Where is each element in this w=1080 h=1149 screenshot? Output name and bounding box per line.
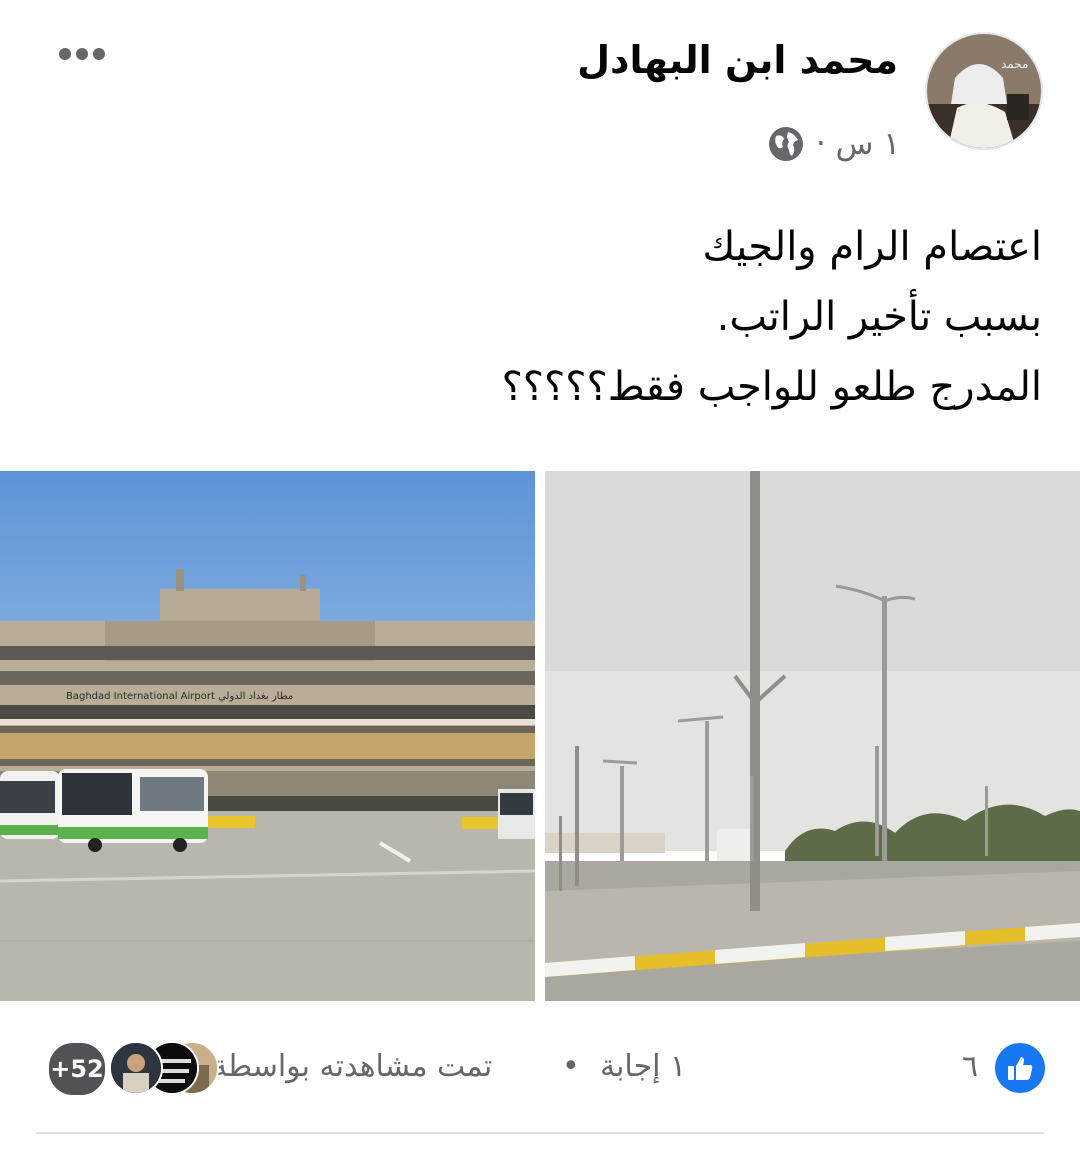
post-footer: ٦ ١ إجابة • تمت مشاهدته بواسطة +52 xyxy=(0,1035,1080,1105)
more-options-button[interactable] xyxy=(52,36,112,72)
like-count[interactable]: ٦ xyxy=(962,1049,978,1084)
post-text-line: بسبب تأخير الراتب. xyxy=(716,294,1042,340)
like-icon[interactable] xyxy=(995,1043,1045,1093)
replies-count[interactable]: ١ إجابة xyxy=(600,1049,686,1084)
more-options-icon xyxy=(59,48,71,60)
globe-icon xyxy=(768,127,803,161)
divider xyxy=(36,1132,1044,1134)
seen-more-count: +52 xyxy=(47,1041,107,1097)
photo-airport-terminal[interactable]: Baghdad International Airport مطار بغداد… xyxy=(0,471,535,1001)
post-meta: ١ س · xyxy=(768,126,900,162)
seen-by-label[interactable]: تمت مشاهدته بواسطة xyxy=(212,1049,492,1084)
author-avatar[interactable]: محمد xyxy=(925,32,1043,150)
photo-empty-parking[interactable] xyxy=(545,471,1080,1001)
post-time[interactable]: ١ س · xyxy=(816,126,900,162)
separator-dot: • xyxy=(562,1049,580,1084)
author-name[interactable]: محمد ابن البهادل xyxy=(577,38,898,82)
post-photos: Baghdad International Airport مطار بغداد… xyxy=(0,471,1080,1001)
avatar xyxy=(109,1041,163,1095)
post-text: اعتصام الرام والجيك بسبب تأخير الراتب. ا… xyxy=(62,212,1042,422)
svg-text:محمد: محمد xyxy=(1001,57,1028,71)
seen-by-avatars[interactable]: +52 xyxy=(47,1041,219,1097)
post-text-line: اعتصام الرام والجيك xyxy=(702,224,1042,270)
terminal-sign: Baghdad International Airport مطار بغداد… xyxy=(66,691,293,702)
post-text-line: المدرج طلعو للواجب فقط؟؟؟؟؟ xyxy=(501,364,1042,410)
